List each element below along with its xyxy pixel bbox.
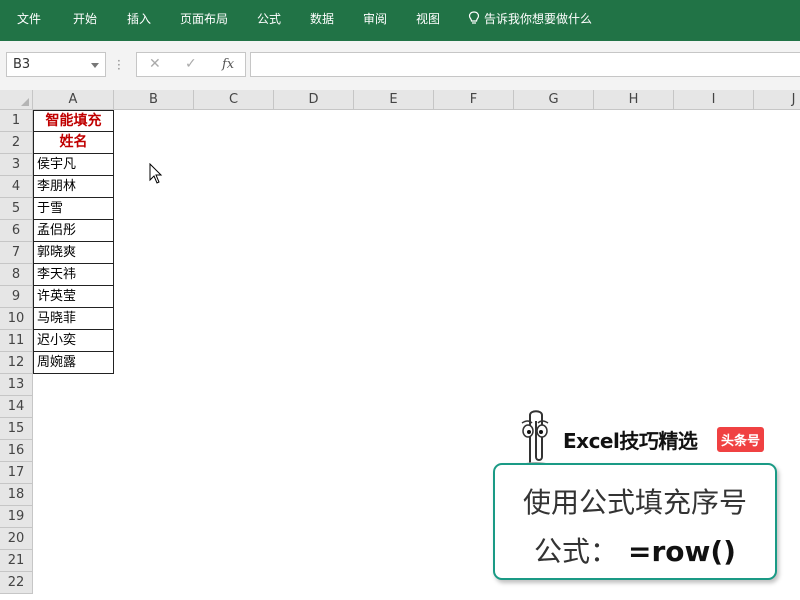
row-header-13[interactable]: 13 bbox=[0, 374, 33, 396]
name-box[interactable]: B3 bbox=[6, 52, 106, 77]
chevron-down-icon[interactable] bbox=[91, 63, 99, 68]
column-header-f[interactable]: F bbox=[434, 90, 514, 110]
row-header-11[interactable]: 11 bbox=[0, 330, 33, 352]
row-header-6[interactable]: 6 bbox=[0, 220, 33, 242]
tip-formula-line: 公式： =row() bbox=[495, 530, 775, 570]
row-header-21[interactable]: 21 bbox=[0, 550, 33, 572]
row-header-12[interactable]: 12 bbox=[0, 352, 33, 374]
tip-box: 使用公式填充序号 公式： =row() bbox=[493, 463, 777, 580]
row-header-18[interactable]: 18 bbox=[0, 484, 33, 506]
tab-data[interactable]: 数据 bbox=[310, 10, 334, 27]
cancel-icon[interactable]: ✕ bbox=[149, 56, 161, 72]
paperclip-mascot-icon bbox=[521, 410, 551, 466]
insert-function-icon[interactable]: fx bbox=[222, 57, 234, 72]
column-header-j[interactable]: J bbox=[754, 90, 800, 110]
tab-file[interactable]: 文件 bbox=[17, 10, 41, 27]
cell-a3[interactable]: 侯宇凡 bbox=[33, 154, 114, 176]
tell-me-box[interactable]: 告诉我你想要做什么 bbox=[468, 10, 592, 27]
tab-home[interactable]: 开始 bbox=[73, 10, 97, 27]
tab-formulas[interactable]: 公式 bbox=[257, 10, 281, 27]
tab-insert[interactable]: 插入 bbox=[127, 10, 151, 27]
row-header-5[interactable]: 5 bbox=[0, 198, 33, 220]
column-header-g[interactable]: G bbox=[514, 90, 594, 110]
drag-handle-icon[interactable]: · · · bbox=[117, 55, 121, 75]
cell-a12[interactable]: 周婉露 bbox=[33, 352, 114, 374]
tip-title: 使用公式填充序号 bbox=[522, 486, 747, 519]
toutiao-badge: 头条号 bbox=[717, 427, 765, 452]
row-header-20[interactable]: 20 bbox=[0, 528, 33, 550]
ribbon: 文件 开始 插入 页面布局 公式 数据 审阅 视图 告诉我你想要做什么 bbox=[0, 0, 800, 41]
row-header-7[interactable]: 7 bbox=[0, 242, 33, 264]
tip-formula: =row() bbox=[628, 535, 736, 568]
cell-a1[interactable]: 智能填充 bbox=[33, 110, 114, 132]
formula-bar-area: B3 · · · ✕ ✓ fx bbox=[0, 41, 800, 93]
enter-icon[interactable]: ✓ bbox=[185, 56, 197, 72]
column-header-c[interactable]: C bbox=[194, 90, 274, 110]
tell-me-text: 告诉我你想要做什么 bbox=[484, 12, 593, 26]
cell-a4[interactable]: 李朋林 bbox=[33, 176, 114, 198]
tab-view[interactable]: 视图 bbox=[416, 10, 440, 27]
cell-a9[interactable]: 许英莹 bbox=[33, 286, 114, 308]
row-header-14[interactable]: 14 bbox=[0, 396, 33, 418]
tab-review[interactable]: 审阅 bbox=[363, 10, 387, 27]
row-header-4[interactable]: 4 bbox=[0, 176, 33, 198]
lightbulb-icon bbox=[468, 11, 480, 24]
tab-page-layout[interactable]: 页面布局 bbox=[180, 10, 228, 27]
cell-a8[interactable]: 李天祎 bbox=[33, 264, 114, 286]
row-header-16[interactable]: 16 bbox=[0, 440, 33, 462]
tip-formula-label: 公式： bbox=[534, 535, 619, 568]
row-header-2[interactable]: 2 bbox=[0, 132, 33, 154]
cell-a7[interactable]: 郭晓爽 bbox=[33, 242, 114, 264]
row-header-1[interactable]: 1 bbox=[0, 110, 33, 132]
cell-a10[interactable]: 马晓菲 bbox=[33, 308, 114, 330]
cell-a11[interactable]: 迟小奕 bbox=[33, 330, 114, 352]
column-header-d[interactable]: D bbox=[274, 90, 354, 110]
column-header-h[interactable]: H bbox=[594, 90, 674, 110]
column-header-a[interactable]: A bbox=[33, 90, 114, 110]
row-header-10[interactable]: 10 bbox=[0, 308, 33, 330]
formula-input[interactable] bbox=[250, 52, 800, 77]
row-header-15[interactable]: 15 bbox=[0, 418, 33, 440]
mouse-cursor-icon bbox=[149, 163, 163, 184]
select-all-button[interactable] bbox=[0, 90, 33, 110]
cell-a2[interactable]: 姓名 bbox=[33, 132, 114, 154]
cell-a5[interactable]: 于雪 bbox=[33, 198, 114, 220]
brand-watermark: Excel技巧精选 头条号 bbox=[512, 407, 782, 467]
column-header-i[interactable]: I bbox=[674, 90, 754, 110]
row-header-17[interactable]: 17 bbox=[0, 462, 33, 484]
row-header-8[interactable]: 8 bbox=[0, 264, 33, 286]
cell-a6[interactable]: 孟侣彤 bbox=[33, 220, 114, 242]
row-header-3[interactable]: 3 bbox=[0, 154, 33, 176]
name-box-value: B3 bbox=[13, 57, 31, 72]
brand-name: Excel技巧精选 bbox=[563, 429, 698, 453]
row-header-9[interactable]: 9 bbox=[0, 286, 33, 308]
row-header-22[interactable]: 22 bbox=[0, 572, 33, 594]
column-header-b[interactable]: B bbox=[114, 90, 194, 110]
column-header-e[interactable]: E bbox=[354, 90, 434, 110]
formula-buttons: ✕ ✓ fx bbox=[136, 52, 246, 77]
row-header-19[interactable]: 19 bbox=[0, 506, 33, 528]
